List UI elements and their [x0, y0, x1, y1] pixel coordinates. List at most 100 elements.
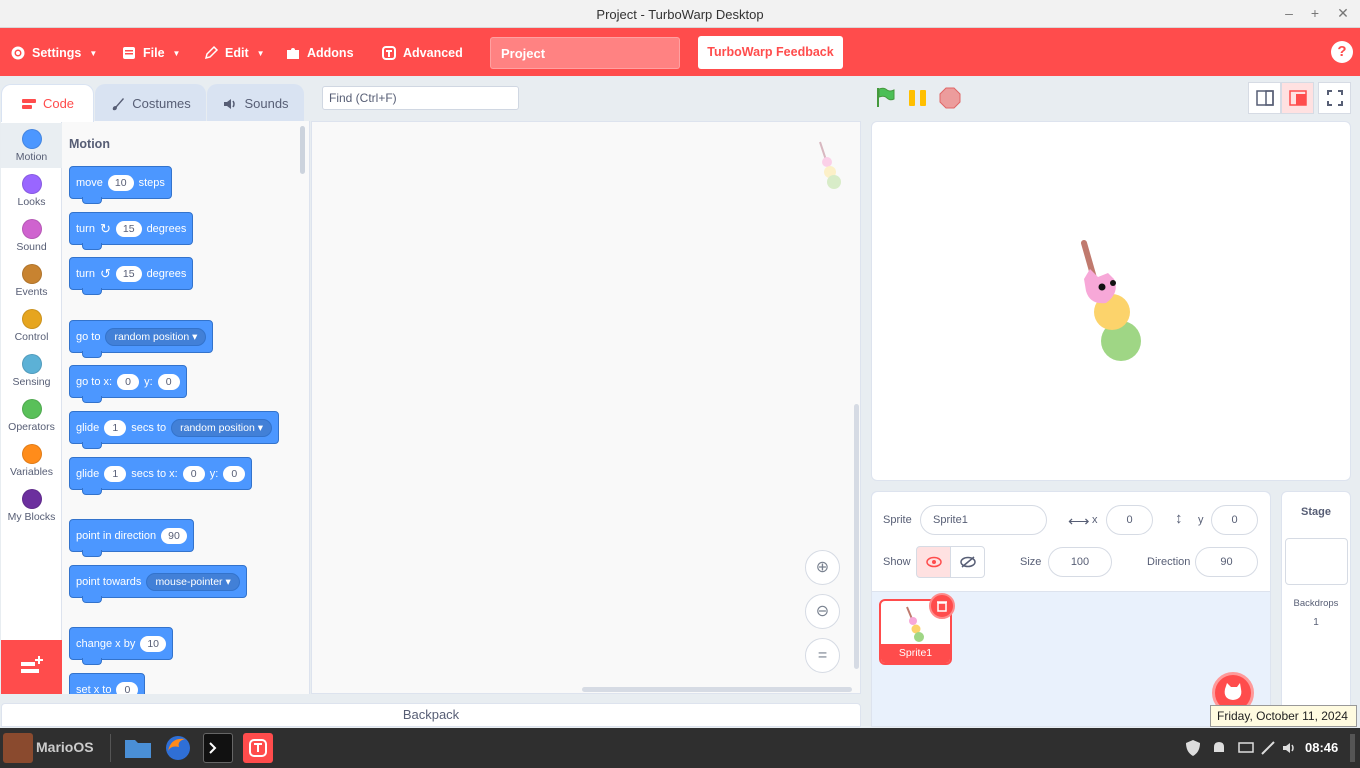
category-looks[interactable]: Looks	[1, 168, 62, 213]
category-my-blocks[interactable]: My Blocks	[1, 483, 62, 528]
category-control[interactable]: Control	[1, 303, 62, 348]
shield-icon[interactable]	[1184, 739, 1202, 757]
block-glide[interactable]: glide 1 secs to random position ▾	[69, 411, 280, 449]
small-stage-button[interactable]	[1248, 82, 1281, 114]
stage-canvas[interactable]	[871, 121, 1351, 481]
x-label: x	[1092, 514, 1098, 526]
y-input[interactable]: 0	[1211, 505, 1258, 535]
block-glide-xy[interactable]: glide 1 secs to x: 0 y: 0	[69, 457, 253, 495]
block-text: turn	[76, 222, 95, 235]
show-hidden-button[interactable]	[950, 546, 985, 578]
block-dropdown[interactable]: random position ▾	[105, 327, 207, 346]
file-menu[interactable]: File ▼	[121, 44, 180, 62]
block-point-in-direction[interactable]: point in direction 90	[69, 519, 194, 557]
block-dropdown[interactable]: random position ▾	[171, 418, 273, 437]
advanced-label: Advanced	[403, 46, 463, 60]
help-icon[interactable]: ?	[1331, 41, 1353, 63]
show-visible-button[interactable]	[916, 546, 951, 578]
settings-menu[interactable]: Settings ▼	[10, 44, 97, 62]
tab-code[interactable]: Code	[1, 84, 94, 122]
notification-bell-icon[interactable]	[1210, 739, 1228, 757]
category-events[interactable]: Events	[1, 258, 62, 303]
events-dot-icon	[21, 264, 42, 284]
stage-selector[interactable]: Stage Backdrops 1	[1281, 491, 1351, 727]
x-input[interactable]: 0	[1106, 505, 1153, 535]
category-sensing[interactable]: Sensing	[1, 348, 62, 393]
dango-sprite[interactable]	[1072, 237, 1152, 367]
volume-icon[interactable]	[1281, 739, 1299, 757]
sprite-name-input[interactable]: Sprite1	[920, 505, 1047, 535]
category-label: Operators	[8, 421, 55, 433]
zoom-reset-button[interactable]: =	[805, 638, 840, 673]
category-operators[interactable]: Operators	[1, 393, 62, 438]
block-input[interactable]: 0	[116, 681, 139, 694]
delete-sprite-button[interactable]	[929, 593, 955, 619]
minimize-icon[interactable]: –	[1280, 4, 1298, 22]
block-palette: Motion move 10 steps turn ↻ 15 degrees t…	[62, 121, 310, 694]
add-extension-button[interactable]	[1, 640, 62, 694]
clock[interactable]: 08:46	[1305, 740, 1338, 755]
block-turn-right[interactable]: turn ↻ 15 degrees	[69, 212, 194, 250]
block-input[interactable]: 15	[115, 265, 142, 282]
edit-menu[interactable]: Edit ▼	[203, 44, 265, 62]
block-input[interactable]: 0	[117, 373, 140, 390]
block-go-to-xy[interactable]: go to x: 0 y: 0	[69, 365, 187, 403]
tab-costumes[interactable]: Costumes	[95, 84, 206, 122]
start-menu-icon[interactable]	[3, 733, 33, 763]
block-point-towards[interactable]: point towards mouse-pointer ▾	[69, 565, 247, 603]
pause-icon[interactable]	[907, 89, 929, 107]
sensing-dot-icon	[21, 354, 42, 374]
pen-icon[interactable]	[1259, 739, 1277, 757]
close-icon[interactable]: ✕	[1334, 4, 1352, 22]
firefox-icon[interactable]	[163, 733, 193, 763]
fullscreen-button[interactable]	[1318, 82, 1351, 114]
project-title-input[interactable]: Project	[490, 37, 680, 69]
backpack[interactable]: Backpack	[1, 703, 861, 727]
tab-sounds[interactable]: Sounds	[207, 84, 304, 122]
show-desktop-button[interactable]	[1350, 734, 1355, 762]
file-manager-icon[interactable]	[123, 733, 153, 763]
zoom-out-button[interactable]: ⊖	[805, 594, 840, 629]
workspace-vertical-scrollbar[interactable]	[854, 404, 859, 669]
large-stage-button[interactable]	[1281, 82, 1314, 114]
block-input[interactable]: 15	[115, 220, 142, 237]
addons-menu[interactable]: Addons	[285, 44, 354, 62]
sprite-thumbnail	[906, 606, 924, 642]
direction-input[interactable]: 90	[1195, 547, 1258, 577]
maximize-icon[interactable]: +	[1306, 4, 1324, 22]
pencil-icon	[204, 45, 219, 60]
block-input[interactable]: 10	[107, 174, 134, 191]
workspace-horizontal-scrollbar[interactable]	[582, 687, 852, 692]
block-input[interactable]: 1	[104, 465, 127, 482]
find-input[interactable]: Find (Ctrl+F)	[322, 86, 519, 110]
category-variables[interactable]: Variables	[1, 438, 62, 483]
block-move[interactable]: move 10 steps	[69, 166, 172, 204]
block-go-to[interactable]: go to random position ▾	[69, 320, 214, 358]
green-flag-icon[interactable]	[874, 86, 896, 108]
block-input[interactable]: 1	[104, 419, 127, 436]
block-set-x[interactable]: set x to 0	[69, 673, 146, 694]
stop-icon[interactable]	[939, 87, 961, 109]
feedback-button[interactable]: TurboWarp Feedback	[698, 36, 843, 69]
block-input[interactable]: 0	[157, 373, 180, 390]
block-input[interactable]: 0	[223, 465, 246, 482]
block-dropdown[interactable]: mouse-pointer ▾	[146, 572, 240, 591]
block-text: degrees	[146, 267, 187, 280]
turbowarp-taskbar-icon[interactable]	[243, 733, 273, 763]
category-motion[interactable]: Motion	[1, 123, 62, 168]
category-sound[interactable]: Sound	[1, 213, 62, 258]
script-workspace[interactable]	[311, 121, 861, 694]
display-icon[interactable]	[1237, 739, 1255, 757]
block-change-x[interactable]: change x by 10	[69, 627, 174, 665]
terminal-icon[interactable]	[203, 733, 233, 763]
block-input[interactable]: 0	[182, 465, 205, 482]
palette-scrollbar[interactable]	[300, 126, 305, 174]
zoom-in-button[interactable]: ⊕	[805, 550, 840, 585]
block-turn-left[interactable]: turn ↺ 15 degrees	[69, 257, 194, 295]
code-icon	[21, 98, 36, 109]
stage-thumbnail[interactable]	[1285, 538, 1348, 585]
block-input[interactable]: 10	[140, 635, 167, 652]
block-input[interactable]: 90	[161, 527, 187, 544]
advanced-menu[interactable]: Advanced	[381, 44, 463, 62]
size-input[interactable]: 100	[1048, 547, 1112, 577]
